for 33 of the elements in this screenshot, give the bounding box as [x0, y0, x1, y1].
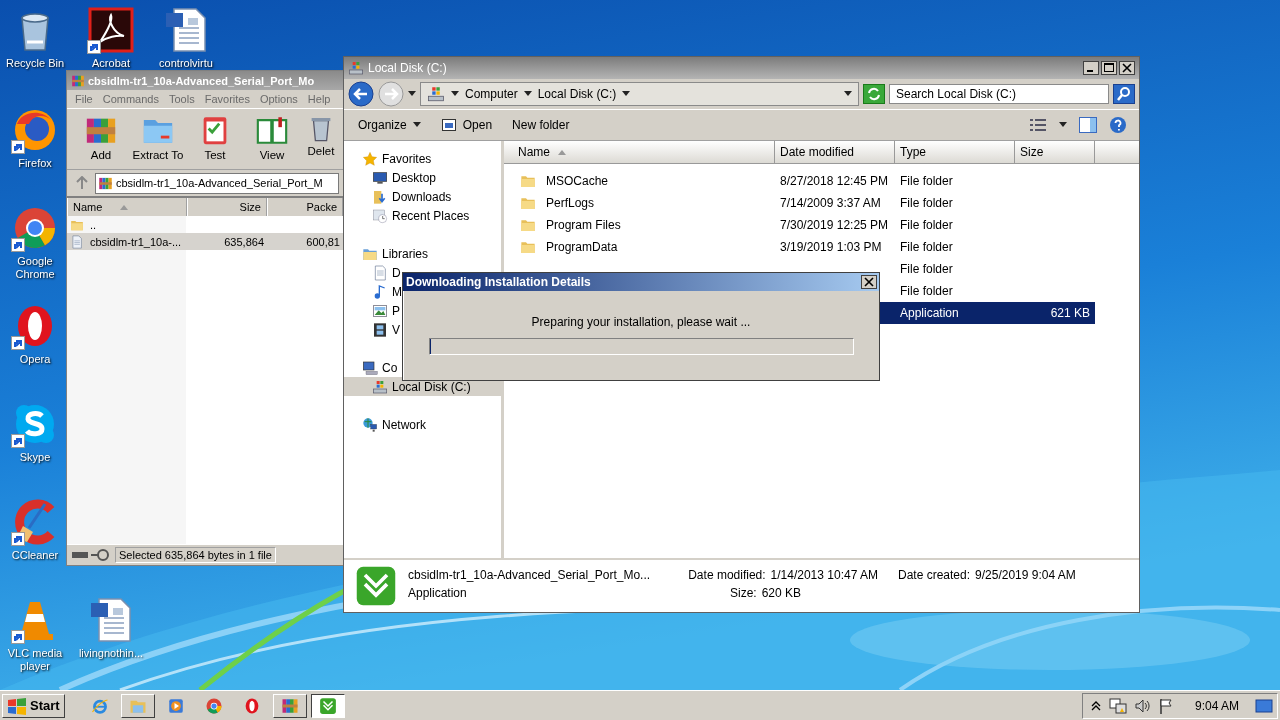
file-type: File folder	[899, 240, 954, 254]
status-text: Selected 635,864 bytes in 1 file	[115, 547, 276, 563]
window-title: cbsidlm-tr1_10a-Advanced_Serial_Port_Mo	[88, 74, 315, 87]
date-modified: 8/27/2018 12:45 PM	[779, 174, 890, 188]
dialog-message: Preparing your installation, please wait ...	[531, 315, 751, 329]
window-title: Local Disk (C:)	[368, 61, 447, 75]
file-type: File folder	[899, 174, 954, 188]
detail-value: 9/25/2019 9:04 AM	[975, 568, 1076, 584]
file-name: Program Files	[545, 218, 622, 232]
date-modified: 7/14/2009 3:37 AM	[779, 196, 882, 210]
file-name: PerfLogs	[545, 196, 596, 210]
date-modified: 3/19/2019 1:03 PM	[779, 240, 883, 254]
packed-size: 600,81	[305, 235, 341, 248]
file-type: Application	[899, 306, 960, 320]
file-type: File folder	[899, 196, 954, 210]
detail-label: Date created:	[898, 568, 971, 584]
file-size: 621 KB	[1049, 306, 1091, 320]
file-size: 635,864	[223, 235, 265, 248]
detail-label: Size:	[730, 586, 757, 602]
file-name: cbsidlm-tr1_10a-...	[89, 235, 183, 248]
path-text: cbsidlm-tr1_10a-Advanced_Serial_Port_M	[116, 177, 323, 189]
file-name: ..	[89, 218, 98, 231]
file-name: MSOCache	[545, 174, 610, 188]
file-type: File folder	[899, 218, 954, 232]
detail-file-name: cbsidlm-tr1_10a-Advanced_Serial_Port_Mo...	[408, 568, 652, 584]
file-name: ProgramData	[545, 240, 619, 254]
detail-file-type: Application	[408, 586, 468, 602]
date-modified: 7/30/2019 12:25 PM	[779, 218, 890, 232]
file-type: File folder	[899, 262, 954, 276]
detail-label: Date modified:	[688, 568, 766, 584]
dialog-title: Downloading Installation Details	[406, 275, 591, 289]
detail-value: 1/14/2013 10:47 AM	[770, 568, 878, 584]
detail-value: 620 KB	[761, 586, 802, 602]
